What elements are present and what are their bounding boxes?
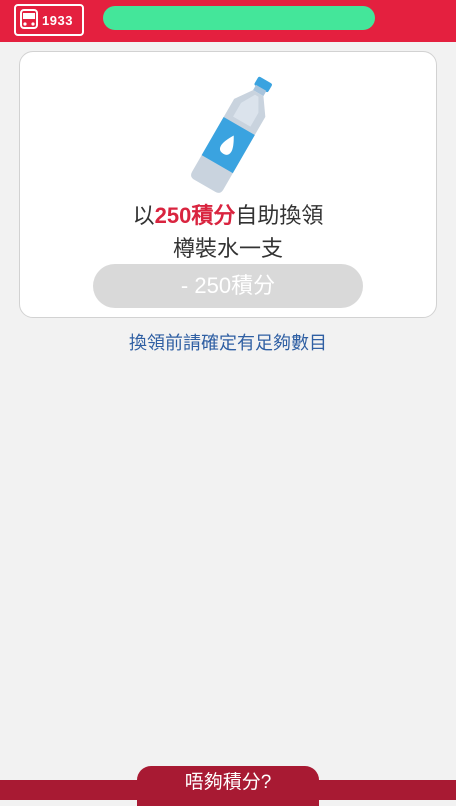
app-logo[interactable]: 1933 bbox=[14, 4, 84, 36]
offer-prefix: 以 bbox=[132, 203, 155, 228]
offer-item: 樽裝水一支 bbox=[172, 236, 283, 261]
points-highlight: 250積分 bbox=[154, 203, 236, 228]
offer-description: 以250積分自助換領 bbox=[20, 198, 436, 230]
header-bar: 1933 bbox=[0, 0, 456, 42]
water-bottle-icon bbox=[191, 76, 272, 193]
redeem-button[interactable]: - 250積分 bbox=[93, 264, 363, 308]
redeem-note: 換領前請確定有足夠數目 bbox=[129, 333, 327, 353]
bus-icon bbox=[20, 9, 38, 29]
logo-text: 1933 bbox=[42, 12, 73, 28]
masked-username bbox=[103, 6, 375, 30]
offer-suffix: 自助換領 bbox=[235, 203, 324, 228]
reward-card: 以250積分自助換領 樽裝水一支 - 250積分 bbox=[19, 51, 437, 318]
not-enough-points-tab[interactable]: 唔夠積分? bbox=[137, 766, 319, 806]
